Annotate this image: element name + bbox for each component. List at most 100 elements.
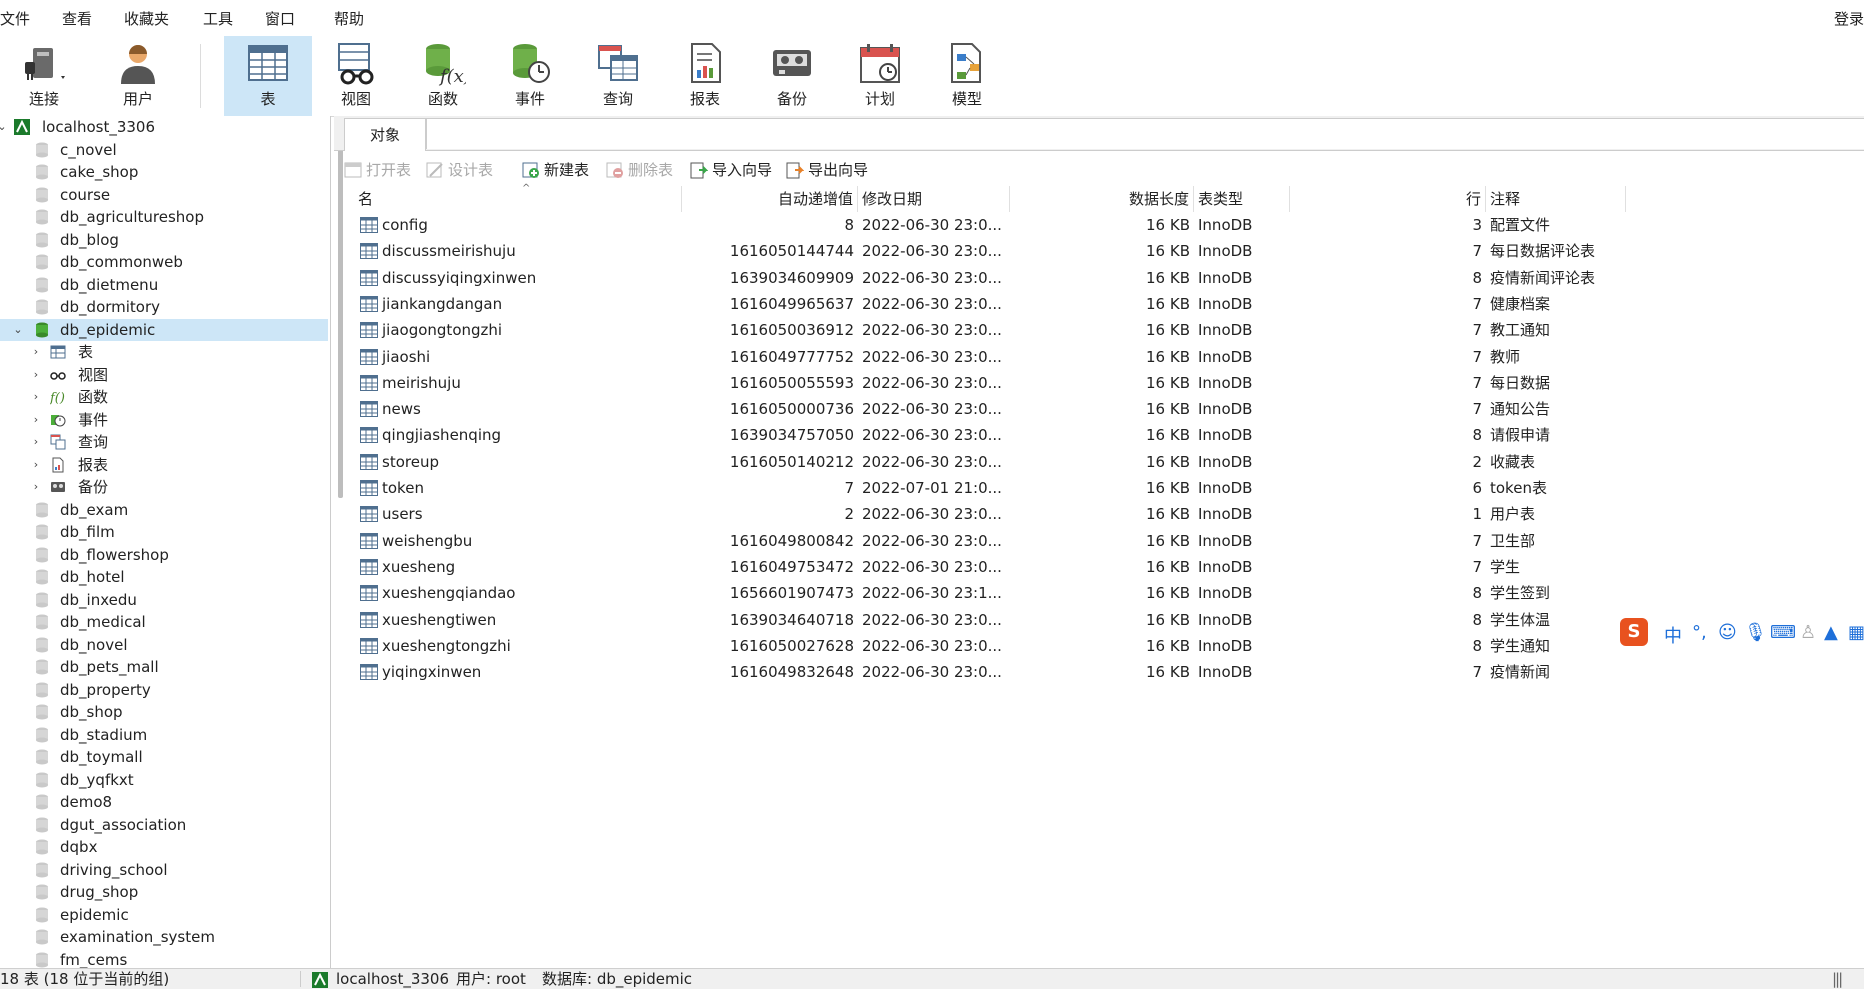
menu-window[interactable]: 窗口 [265, 8, 295, 29]
tree-database[interactable]: course [0, 184, 328, 206]
ime-menu-icon[interactable]: ▦ [1848, 622, 1864, 643]
table-row[interactable]: jiaogongtongzhi 1616050036912 2022-06-30 2… [354, 317, 1864, 343]
backup-button[interactable]: 备份 [748, 36, 836, 116]
chevron-right-icon[interactable]: › [30, 476, 42, 498]
tree-database[interactable]: cake_shop [0, 161, 328, 183]
column-header-comment[interactable]: 注释 [1486, 186, 1626, 212]
tree-database[interactable]: examination_system [0, 926, 328, 948]
view-button[interactable]: 视图 [312, 36, 400, 116]
schedule-button[interactable]: 计划 [836, 36, 924, 116]
tree-database[interactable]: db_shop [0, 701, 328, 723]
tree-database[interactable]: fm_cems [0, 949, 328, 968]
ime-user-icon[interactable]: ♙ [1800, 622, 1816, 643]
column-header-table-type[interactable]: 表类型 [1194, 186, 1290, 212]
table-row[interactable]: yiqingxinwen 1616049832648 2022-06-30 23:0… [354, 659, 1864, 685]
chevron-right-icon[interactable]: › [30, 341, 42, 363]
tree-database[interactable]: c_novel [0, 139, 328, 161]
table-button[interactable]: 表 [224, 36, 312, 116]
tree-database[interactable]: epidemic [0, 904, 328, 926]
table-row[interactable]: discussyiqingxinwen 1639034609909 2022-06-… [354, 265, 1864, 291]
tree-database[interactable]: db_toymall [0, 746, 328, 768]
menu-tools[interactable]: 工具 [203, 8, 233, 29]
tree-database[interactable]: dqbx [0, 836, 328, 858]
ime-voice-icon[interactable]: 🎙 [1744, 622, 1767, 643]
ime-emoji-icon[interactable]: ☺ [1718, 622, 1737, 643]
table-row[interactable]: weishengbu 1616049800842 2022-06-30 23:0..… [354, 528, 1864, 554]
ime-punctuation-icon[interactable]: °, [1692, 622, 1707, 643]
tree-folder[interactable]: › f() 函数 [0, 386, 328, 408]
chevron-right-icon[interactable]: › [30, 431, 42, 453]
tree-database[interactable]: db_inxedu [0, 589, 328, 611]
user-button[interactable]: 用户 [94, 36, 182, 116]
tree-database[interactable]: db_hotel [0, 566, 328, 588]
tree-folder[interactable]: › 查询 [0, 431, 328, 453]
tree-database[interactable]: db_novel [0, 634, 328, 656]
tree-database[interactable]: demo8 [0, 791, 328, 813]
tree-database[interactable]: db_yqfkxt [0, 769, 328, 791]
table-row[interactable]: discussmeirishuju 1616050144744 2022-06-30… [354, 238, 1864, 264]
tree-database[interactable]: db_commonweb [0, 251, 328, 273]
chevron-down-icon[interactable]: ⌄ [12, 319, 24, 341]
tree-database[interactable]: db_agricultureshop [0, 206, 328, 228]
function-button[interactable]: f(x) 函数 [399, 36, 487, 116]
query-button[interactable]: 查询 [574, 36, 662, 116]
column-header-rows[interactable]: 行 [1290, 186, 1486, 212]
table-row[interactable]: token 7 2022-07-01 21:0... 16 KB InnoDB 6 toke… [354, 475, 1864, 501]
column-header-modified-date[interactable]: 修改日期 [858, 186, 1010, 212]
tree-database[interactable]: db_flowershop [0, 544, 328, 566]
tree-database[interactable]: dgut_association [0, 814, 328, 836]
tree-folder[interactable]: › 报表 [0, 454, 328, 476]
model-button[interactable]: 模型 [923, 36, 1011, 116]
tree-folder[interactable]: › 视图 [0, 364, 328, 386]
chevron-right-icon[interactable]: › [30, 409, 42, 431]
tree-scrollbar[interactable] [338, 118, 343, 498]
chevron-right-icon[interactable]: › [30, 364, 42, 386]
tree-database[interactable]: db_property [0, 679, 328, 701]
table-row[interactable]: jiankangdangan 1616049965637 2022-06-30 23… [354, 291, 1864, 317]
login-link[interactable]: 登录 [1834, 8, 1864, 29]
table-row[interactable]: meirishuju 1616050055593 2022-06-30 23:0..… [354, 370, 1864, 396]
tab-objects[interactable]: 对象 [344, 118, 426, 151]
tree-connection[interactable]: ⌄ localhost_3306 [0, 116, 328, 138]
tree-database[interactable]: db_film [0, 521, 328, 543]
column-header-auto-increment[interactable]: 自动递增值 [682, 186, 858, 212]
table-row[interactable]: users 2 2022-06-30 23:0... 16 KB InnoDB 1 用户表 [354, 501, 1864, 527]
column-header-data-length[interactable]: 数据长度 [1010, 186, 1194, 212]
table-row[interactable]: xuesheng 1616049753472 2022-06-30 23:0... 1… [354, 554, 1864, 580]
grid-view-icon[interactable]: ||| [1832, 969, 1843, 989]
connect-button[interactable]: 连接 [0, 36, 88, 116]
tree-database[interactable]: db_blog [0, 229, 328, 251]
ime-keyboard-icon[interactable]: ⌨ [1770, 622, 1796, 643]
table-row[interactable]: storeup 1616050140212 2022-06-30 23:0... 16… [354, 449, 1864, 475]
report-button[interactable]: 报表 [661, 36, 749, 116]
tree-database[interactable]: db_pets_mall [0, 656, 328, 678]
menu-file[interactable]: 文件 [0, 8, 30, 29]
tree-database[interactable]: db_medical [0, 611, 328, 633]
tree-database[interactable]: db_dormitory [0, 296, 328, 318]
tree-database-selected[interactable]: ⌄ db_epidemic [0, 319, 328, 341]
menu-help[interactable]: 帮助 [334, 8, 364, 29]
tree-database[interactable]: db_exam [0, 499, 328, 521]
table-row[interactable]: jiaoshi 1616049777752 2022-06-30 23:0... 16… [354, 344, 1864, 370]
tree-database[interactable]: drug_shop [0, 881, 328, 903]
chevron-right-icon[interactable]: › [30, 386, 42, 408]
ime-chinese-mode[interactable]: 中 [1664, 622, 1682, 648]
ime-logo-icon[interactable]: S [1620, 618, 1648, 646]
ime-skin-icon[interactable]: ▲ [1824, 622, 1838, 643]
tree-database[interactable]: db_stadium [0, 724, 328, 746]
tree-folder[interactable]: › 事件 [0, 409, 328, 431]
tree-database[interactable]: driving_school [0, 859, 328, 881]
menu-favorites[interactable]: 收藏夹 [124, 8, 169, 29]
cell-comment: 用户表 [1490, 505, 1536, 524]
table-row[interactable]: xueshengqiandao 1656601907473 2022-06-30 2… [354, 580, 1864, 606]
menu-view[interactable]: 查看 [62, 8, 92, 29]
chevron-right-icon[interactable]: › [30, 454, 42, 476]
tree-database[interactable]: db_dietmenu [0, 274, 328, 296]
table-row[interactable]: qingjiashenqing 1639034757050 2022-06-30 2… [354, 422, 1864, 448]
chevron-down-icon[interactable]: ⌄ [0, 116, 8, 138]
tree-folder[interactable]: › 备份 [0, 476, 328, 498]
table-row[interactable]: news 1616050000736 2022-06-30 23:0... 16 KB… [354, 396, 1864, 422]
table-row[interactable]: config 8 2022-06-30 23:0... 16 KB InnoDB 3 配置文… [354, 212, 1864, 238]
tree-folder[interactable]: › 表 [0, 341, 328, 363]
event-button[interactable]: 事件 [486, 36, 574, 116]
